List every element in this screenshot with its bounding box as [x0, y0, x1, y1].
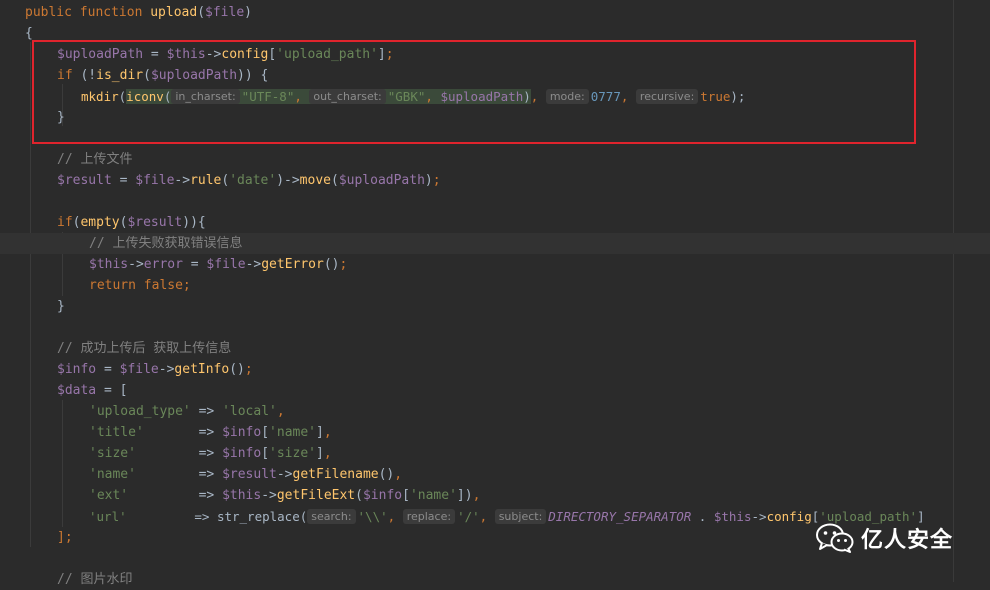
highlight-box — [32, 40, 916, 144]
code-line: public function upload($file) — [25, 5, 252, 20]
param-hint: subject: — [494, 509, 547, 524]
wechat-icon — [816, 523, 854, 553]
code-editor[interactable]: public function upload($file) { $uploadP… — [0, 0, 990, 587]
code-line: // 上传文件 — [57, 152, 133, 167]
code-line: $this->error = $file->getError(); — [89, 257, 348, 272]
current-line: // 上传失败获取错误信息 — [0, 233, 990, 254]
code-line: 'title' => $info['name'], — [89, 425, 332, 440]
code-line: } — [57, 299, 65, 314]
code-line: // 图片水印 — [57, 572, 133, 587]
watermark-text: 亿人安全 — [861, 528, 954, 553]
param-hint: search: — [307, 509, 356, 524]
code-line: if(empty($result)){ — [57, 215, 206, 230]
param-hint: replace: — [402, 509, 456, 524]
code-line: $info = $file->getInfo(); — [57, 362, 253, 377]
code-line: 'ext' => $this->getFileExt($info['name']… — [89, 488, 481, 503]
code-line: 'size' => $info['size'], — [89, 446, 332, 461]
code-line: $data = [ — [57, 383, 128, 398]
code-line: // 成功上传后 获取上传信息 — [57, 341, 232, 356]
indent-guide — [30, 42, 31, 547]
code-line: return false; — [89, 278, 191, 293]
code-line: 'upload_type' => 'local', — [89, 404, 285, 419]
indent-guide — [62, 400, 63, 527]
watermark: 亿人安全 — [815, 520, 953, 556]
code-line: $result = $file->rule('date')->move($upl… — [57, 173, 441, 188]
code-line: 'name' => $result->getFilename(), — [89, 467, 403, 482]
